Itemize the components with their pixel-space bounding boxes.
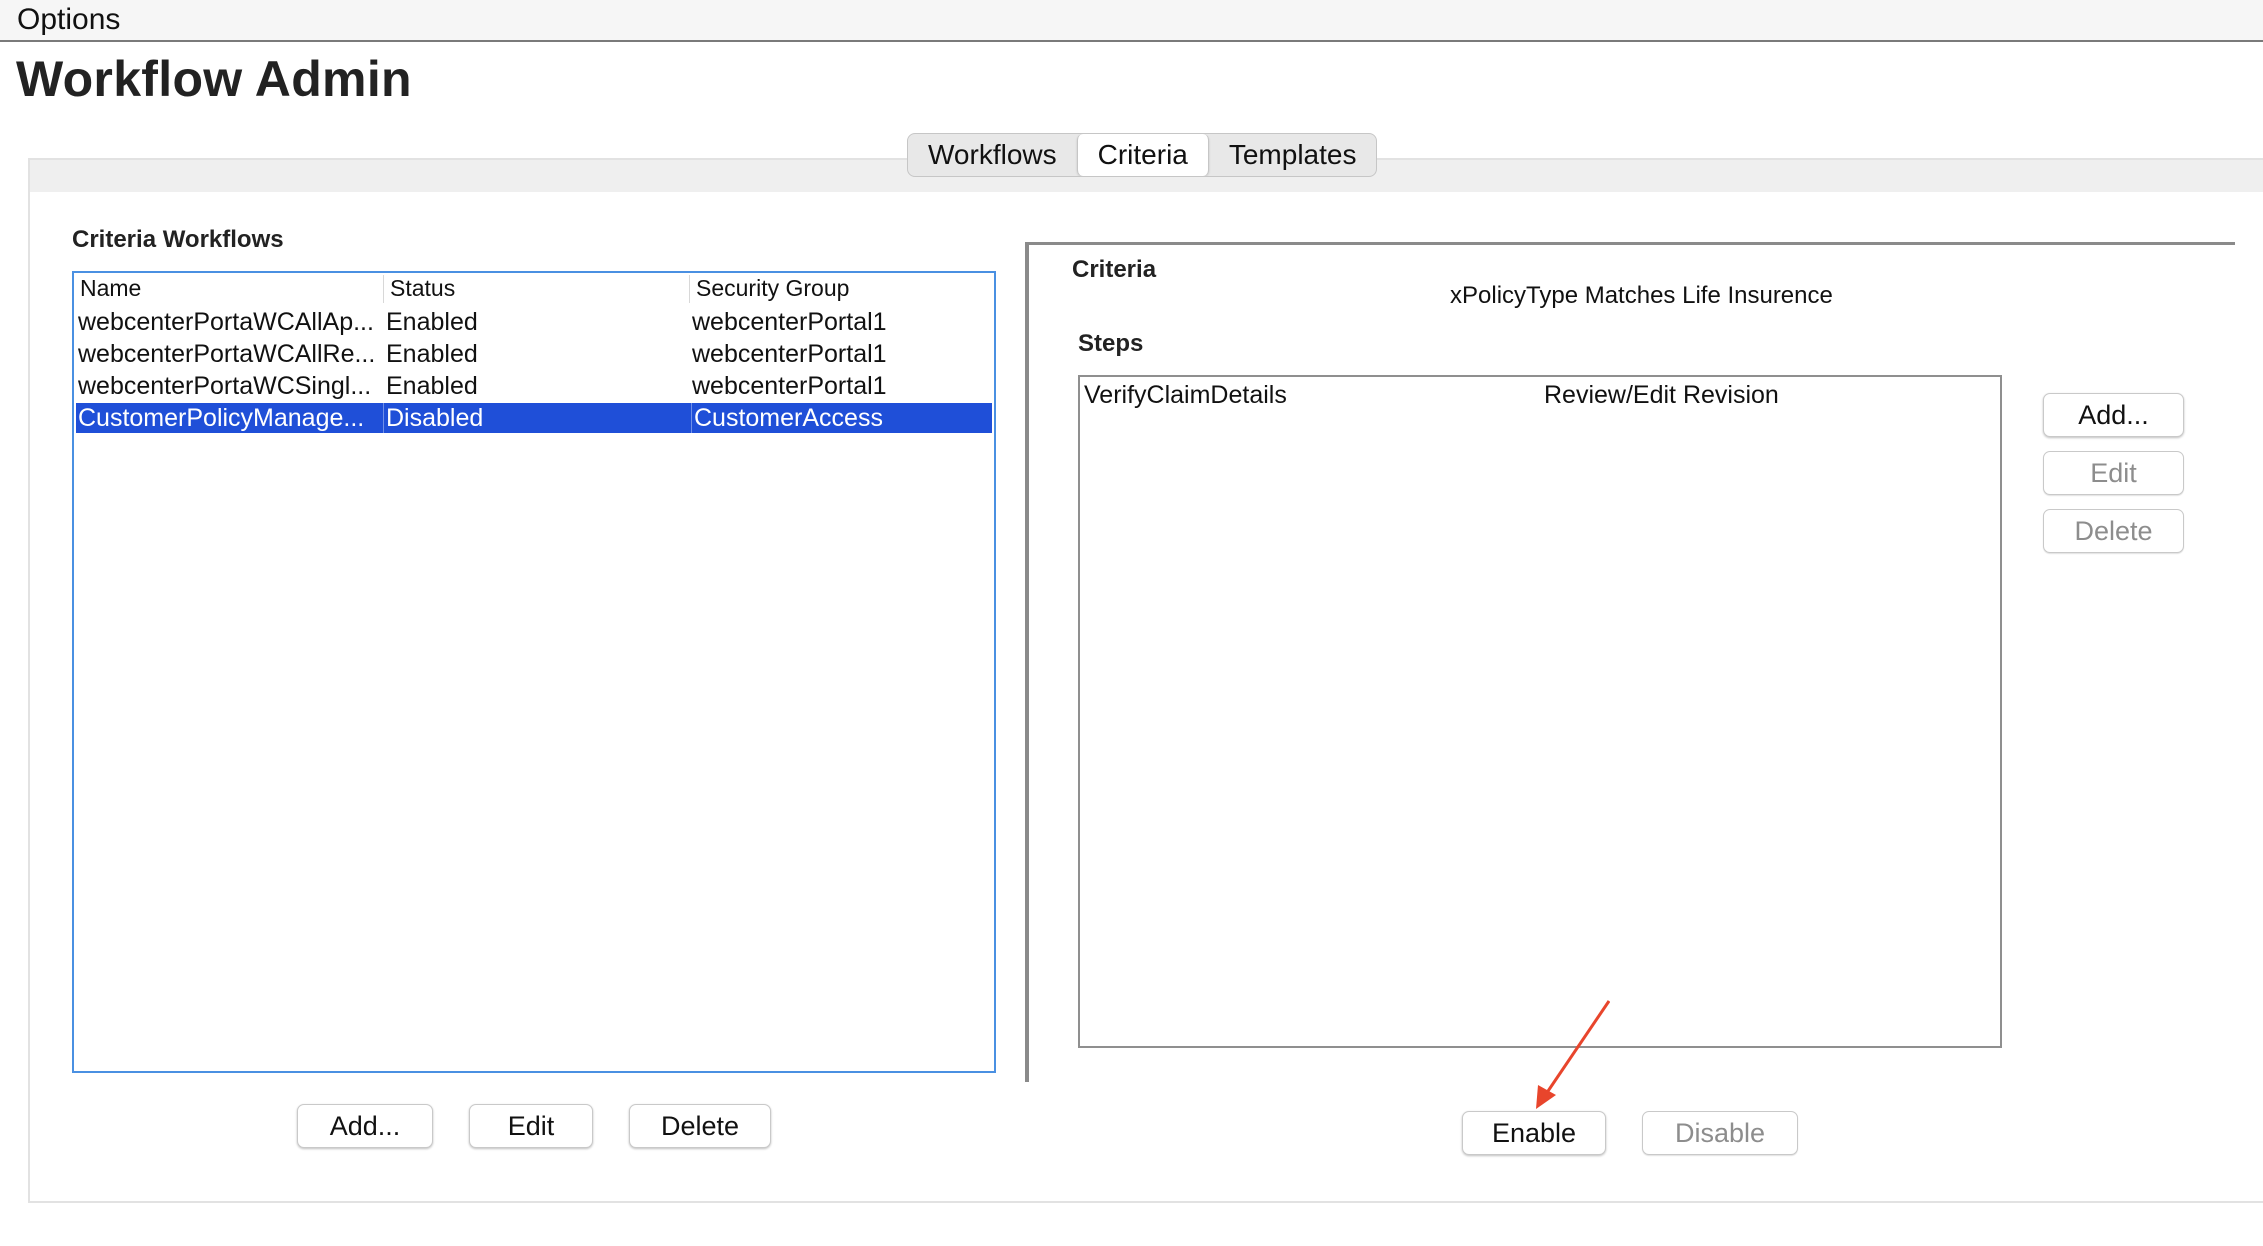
step-type: Review/Edit Revision [1544, 381, 1779, 409]
criteria-workflows-table[interactable]: Name Status Security Group webcenterPort… [72, 271, 996, 1073]
delete-step-button[interactable]: Delete [2043, 509, 2184, 553]
criteria-value: xPolicyType Matches Life Insurence [1450, 282, 1833, 309]
row-status: Enabled [386, 372, 478, 400]
criteria-label: Criteria [1072, 256, 1157, 283]
disable-button[interactable]: Disable [1642, 1111, 1798, 1155]
add-workflow-button[interactable]: Add... [297, 1104, 433, 1148]
table-row[interactable]: webcenterPortaWCSingl... Enabled webcent… [76, 371, 992, 401]
row-security-group: webcenterPortal1 [692, 372, 887, 400]
edit-step-button[interactable]: Edit [2043, 451, 2184, 495]
table-row-selected[interactable]: CustomerPolicyManage... Disabled Custome… [76, 403, 992, 433]
row-name: webcenterPortaWCAllAp... [78, 308, 374, 336]
edit-workflow-button[interactable]: Edit [469, 1104, 593, 1148]
tab-criteria[interactable]: Criteria [1076, 134, 1209, 176]
delete-workflow-button[interactable]: Delete [629, 1104, 771, 1148]
add-step-button[interactable]: Add... [2043, 393, 2184, 437]
details-panel-border [1025, 242, 1029, 1082]
column-header-security-group[interactable]: Security Group [690, 275, 994, 303]
column-header-name[interactable]: Name [74, 275, 384, 303]
row-name: webcenterPortaWCSingl... [78, 372, 372, 400]
annotation-arrow-icon [1536, 1000, 1610, 1109]
step-name: VerifyClaimDetails [1084, 381, 1287, 409]
column-header-status[interactable]: Status [384, 275, 690, 303]
menu-bar: Options [0, 0, 2263, 42]
steps-list[interactable]: VerifyClaimDetails Review/Edit Revision [1078, 375, 2002, 1048]
row-status: Disabled [386, 403, 692, 433]
table-header: Name Status Security Group [74, 275, 994, 303]
page-title: Workflow Admin [16, 51, 412, 107]
row-security-group: CustomerAccess [694, 404, 883, 432]
tab-workflows[interactable]: Workflows [908, 134, 1077, 176]
row-security-group: webcenterPortal1 [692, 340, 887, 368]
annotation-arrow-head [1536, 1085, 1556, 1109]
menu-options[interactable]: Options [17, 3, 120, 37]
table-row[interactable]: webcenterPortaWCAllRe... Enabled webcent… [76, 339, 992, 369]
row-name: CustomerPolicyManage... [78, 403, 384, 433]
enable-button[interactable]: Enable [1462, 1111, 1606, 1155]
row-name: webcenterPortaWCAllRe... [78, 340, 376, 368]
tab-bar: Workflows Criteria Templates [907, 133, 1378, 177]
criteria-workflows-title: Criteria Workflows [72, 226, 284, 253]
table-row[interactable]: webcenterPortaWCAllAp... Enabled webcent… [76, 307, 992, 337]
annotation-arrow-shaft [1542, 1000, 1610, 1098]
row-status: Enabled [386, 340, 478, 368]
tab-templates[interactable]: Templates [1209, 134, 1377, 176]
steps-label: Steps [1078, 330, 1144, 357]
row-security-group: webcenterPortal1 [692, 308, 887, 336]
row-status: Enabled [386, 308, 478, 336]
details-panel-border-top [1025, 242, 2235, 245]
